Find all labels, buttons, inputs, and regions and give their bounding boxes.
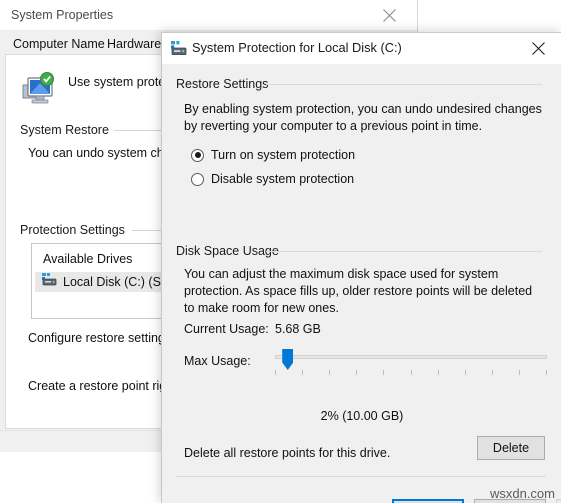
radio-turn-on-system-protection[interactable]: Turn on system protection	[191, 146, 355, 164]
available-drives-header: Available Drives	[43, 252, 133, 266]
dialog-body: Restore Settings By enabling system prot…	[162, 64, 561, 503]
slider-tick	[356, 370, 357, 375]
disk-space-usage-description: You can adjust the maximum disk space us…	[184, 267, 533, 315]
group-label-protection-settings: Protection Settings	[20, 223, 131, 237]
slider-tick	[465, 370, 466, 375]
slider-track[interactable]	[275, 355, 547, 359]
slider-tick	[438, 370, 439, 375]
system-protection-dialog: System Protection for Local Disk (C:) Re…	[161, 32, 561, 503]
current-usage-label: Current Usage:	[184, 322, 269, 336]
max-usage-label: Max Usage:	[184, 354, 251, 368]
ok-button[interactable]: OK	[392, 499, 464, 503]
slider-value-label: 2% (10.00 GB)	[320, 409, 404, 423]
slider-tick	[546, 370, 547, 375]
radio-mark-selected	[191, 148, 204, 162]
group-divider-restore-settings	[266, 84, 542, 85]
hard-disk-icon	[42, 273, 57, 291]
close-icon[interactable]	[516, 33, 561, 64]
restore-settings-description: By enabling system protection, you can u…	[184, 102, 542, 133]
dialog-footer-divider	[176, 476, 546, 477]
radio-label: Turn on system protection	[211, 148, 356, 162]
radio-label: Disable system protection	[211, 172, 355, 186]
dialog-titlebar: System Protection for Local Disk (C:)	[162, 33, 561, 64]
watermark: wsxdn.com	[489, 486, 555, 501]
close-icon[interactable]	[367, 0, 411, 30]
apply-button: Apply	[556, 499, 561, 503]
delete-button[interactable]: Delete	[477, 436, 545, 460]
dialog-title: System Protection for Local Disk (C:)	[192, 40, 402, 55]
max-usage-slider[interactable]	[275, 347, 547, 377]
system-properties-titlebar: System Properties	[0, 0, 417, 31]
slider-thumb[interactable]	[282, 349, 294, 370]
slider-tick	[383, 370, 384, 375]
slider-tick	[302, 370, 303, 375]
group-label-restore-settings: Restore Settings	[176, 77, 269, 91]
radio-mark-unselected	[191, 172, 204, 186]
hard-disk-icon	[171, 41, 187, 61]
slider-tick	[519, 370, 520, 375]
current-usage-value: 5.68 GB	[275, 322, 321, 336]
system-protection-monitor-icon	[19, 72, 59, 108]
slider-tick	[492, 370, 493, 375]
slider-tick	[275, 370, 276, 375]
tab-hardware[interactable]: Hardware	[100, 34, 168, 54]
delete-restore-points-text: Delete all restore points for this drive…	[184, 446, 391, 460]
system-properties-title: System Properties	[11, 8, 114, 22]
group-divider-disk-space-usage	[266, 251, 542, 252]
slider-tick	[329, 370, 330, 375]
slider-tick	[411, 370, 412, 375]
slider-ticks	[275, 370, 547, 375]
group-label-system-restore: System Restore	[20, 123, 115, 137]
tab-computer-name[interactable]: Computer Name	[6, 34, 112, 54]
screenshot-root: System Properties Computer Name Hardware	[0, 0, 561, 503]
radio-disable-system-protection[interactable]: Disable system protection	[191, 170, 354, 188]
group-label-disk-space-usage: Disk Space Usage	[176, 244, 279, 258]
